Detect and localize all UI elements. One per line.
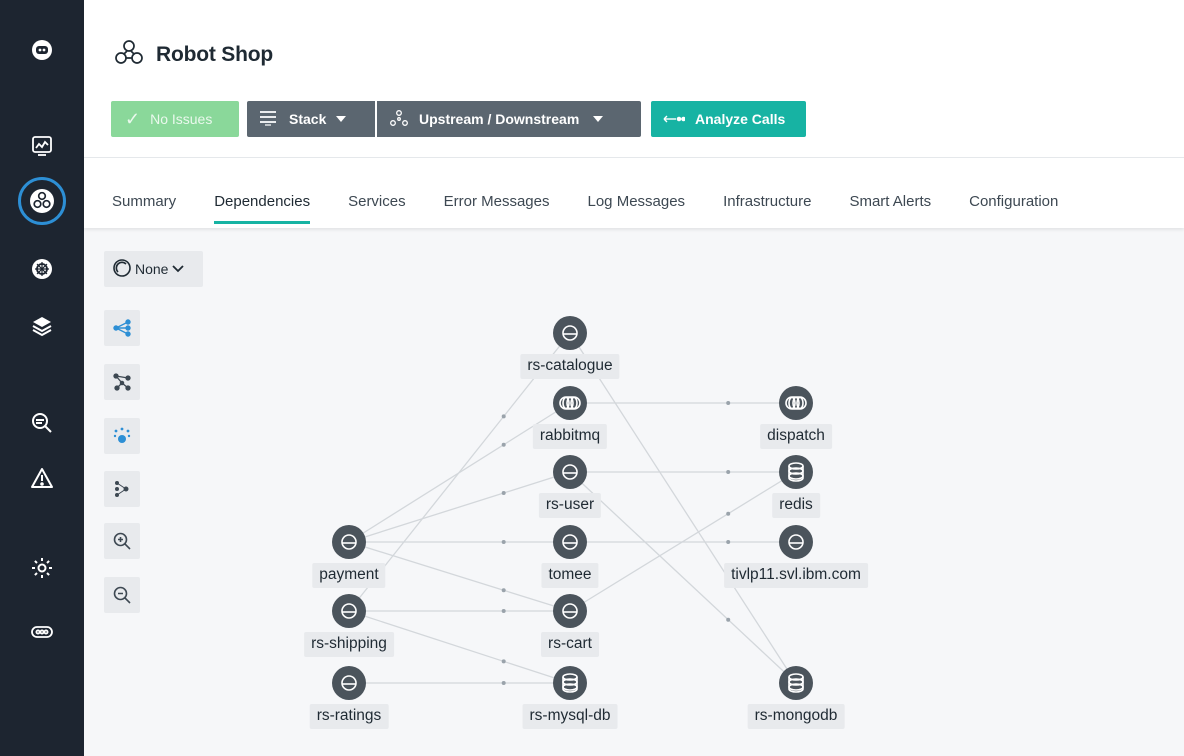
node-circle[interactable] xyxy=(332,666,366,700)
dependency-edge[interactable] xyxy=(569,332,797,684)
edge-call-marker xyxy=(501,609,506,613)
node-circle[interactable] xyxy=(332,594,366,628)
node-label[interactable]: payment xyxy=(312,563,386,588)
node-circle[interactable] xyxy=(779,455,813,489)
node-circle[interactable] xyxy=(332,525,366,559)
edge-call-marker xyxy=(501,540,506,544)
edge-call-marker xyxy=(726,617,731,622)
node-circle[interactable] xyxy=(553,666,587,700)
node-label[interactable]: tivlp11.svl.ibm.com xyxy=(724,563,868,588)
graph-node-redis[interactable] xyxy=(779,455,813,489)
edge-call-marker xyxy=(501,681,506,685)
edge-call-marker xyxy=(726,540,731,544)
edge-call-marker xyxy=(726,470,731,474)
graph-node-tomee[interactable] xyxy=(553,525,587,559)
node-circle[interactable] xyxy=(779,666,813,700)
node-circle[interactable] xyxy=(553,594,587,628)
edge-call-marker xyxy=(501,659,506,664)
node-label[interactable]: rs-mysql-db xyxy=(522,704,618,729)
node-label[interactable]: rs-cart xyxy=(541,632,599,657)
node-circle[interactable] xyxy=(779,386,813,420)
node-circle[interactable] xyxy=(553,455,587,489)
node-label[interactable]: rs-mongodb xyxy=(747,704,845,729)
node-circle[interactable] xyxy=(553,525,587,559)
graph-node-rs-shipping[interactable] xyxy=(332,594,366,628)
edge-call-marker xyxy=(726,511,731,516)
node-label[interactable]: dispatch xyxy=(760,424,832,449)
node-label[interactable]: rs-shipping xyxy=(304,632,394,657)
node-label[interactable]: tomee xyxy=(541,563,599,588)
node-label[interactable]: rs-user xyxy=(538,493,602,518)
edge-call-marker xyxy=(501,491,506,495)
node-label[interactable]: redis xyxy=(772,493,820,518)
node-circle[interactable] xyxy=(779,525,813,559)
node-label[interactable]: rabbitmq xyxy=(532,424,608,449)
graph-node-payment[interactable] xyxy=(332,525,366,559)
edge-call-marker xyxy=(726,401,731,405)
graph-node-tivlp11[interactable] xyxy=(779,525,813,559)
node-circle[interactable] xyxy=(553,386,587,420)
graph-node-rs-mongodb[interactable] xyxy=(779,666,813,700)
edge-call-marker xyxy=(501,588,506,593)
graph-node-rs-ratings[interactable] xyxy=(332,666,366,700)
graph-node-dispatch[interactable] xyxy=(779,386,813,420)
edge-call-marker xyxy=(501,414,506,419)
graph-node-rs-cart[interactable] xyxy=(553,594,587,628)
graph-node-rs-user[interactable] xyxy=(553,455,587,489)
graph-node-rs-mysql-db[interactable] xyxy=(553,666,587,700)
graph-node-rs-catalogue[interactable] xyxy=(553,316,587,350)
node-label[interactable]: rs-ratings xyxy=(309,704,389,729)
node-label[interactable]: rs-catalogue xyxy=(520,354,620,379)
dependency-edge[interactable] xyxy=(348,471,571,543)
node-circle[interactable] xyxy=(553,316,587,350)
edge-call-marker xyxy=(501,442,506,447)
dependency-graph: rs-catalogue rabbitmq dispatch rs-user redis… xyxy=(0,0,1184,756)
graph-node-rabbitmq[interactable] xyxy=(553,386,587,420)
